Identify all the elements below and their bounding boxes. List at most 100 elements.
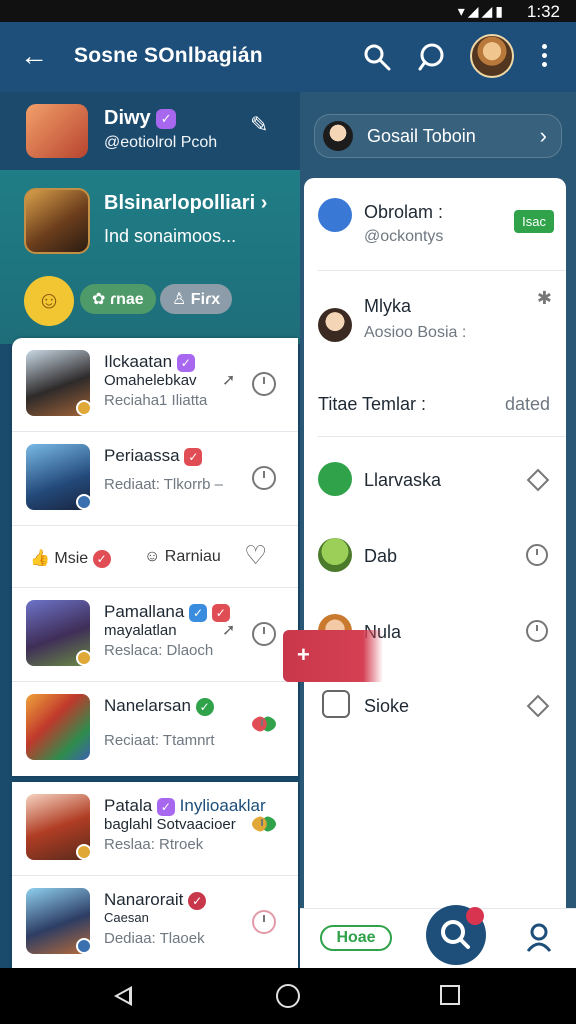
chat-icon[interactable] [416, 42, 446, 72]
conversation-list-secondary: Patala ✓ Inylioaaklar baglahl Sotvaacioe… [12, 782, 298, 968]
profile-picture [26, 104, 88, 158]
status-dot-icon [76, 844, 92, 860]
list-item[interactable]: Periaassa ✓ Rediaat: Tlkorrb – [12, 432, 298, 526]
flag-badge-icon: ✓ [211, 603, 230, 622]
contact-name: Obrolam : [364, 202, 444, 222]
status-dot-icon [76, 938, 92, 954]
react-label: Rarniau [164, 548, 221, 565]
system-navigation-bar [0, 968, 576, 1024]
nav-recents-icon[interactable] [440, 985, 460, 1005]
like-label: Msie [54, 550, 89, 567]
contact-item[interactable]: Mlyka Aosioo Bosia : ✱ [304, 270, 566, 366]
channel-selector[interactable]: Gosail Toboin › [314, 114, 562, 158]
section-tag: dated [504, 394, 550, 414]
forward-arrow-icon[interactable]: ➚ [222, 370, 235, 390]
more-options-icon[interactable] [534, 40, 554, 74]
profile-icon[interactable] [526, 923, 552, 953]
side-sheet: Obrolam : @ockontys Isac Mlyka Aosioo Bo… [304, 178, 566, 968]
diamond-icon[interactable] [526, 468, 550, 492]
list-item-meta: Reciaha1 Iliatta [104, 392, 208, 409]
clock-icon[interactable] [252, 622, 276, 646]
list-item-title-line: Periaassa ✓ [104, 446, 203, 466]
verified-badge-icon: ✓ [156, 797, 175, 816]
contact-avatar [318, 538, 352, 572]
profile-name: Diwy [104, 107, 151, 129]
list-item[interactable]: Nanarorait ✓ Caesan Dediaa: Tlaoek [12, 876, 298, 968]
action-bar: 👍 Msie ✓ ☺ Rarniau ♡ [12, 530, 298, 588]
search-fab-button[interactable] [426, 905, 486, 965]
contact-item[interactable]: Dab [304, 524, 566, 600]
list-item-meta: Reslaca: Dlaoch [104, 642, 214, 659]
home-tab[interactable]: Hoae [320, 925, 392, 951]
whatsapp-icon [318, 462, 352, 496]
nav-home-icon[interactable] [276, 984, 300, 1008]
list-item-title-extra: Inylioaaklar [179, 796, 266, 815]
list-item-title: Ilckaatan [104, 352, 173, 371]
heart-icon[interactable]: ♡ [244, 540, 267, 571]
status-tag: Isac [514, 210, 554, 233]
list-item[interactable]: Patala ✓ Inylioaaklar baglahl Sotvaacioe… [12, 782, 298, 876]
contact-handle: @ockontys [364, 228, 444, 245]
list-item-title: Nanelarsan [104, 696, 191, 715]
verified-badge-icon: ✓ [184, 447, 203, 466]
contact-item[interactable]: Llarvaska [304, 448, 566, 524]
list-item-title-line: Ilckaatan ✓ [104, 352, 195, 372]
clock-icon[interactable] [526, 544, 548, 566]
clock-icon[interactable] [252, 466, 276, 490]
list-item[interactable]: Nanelarsan ✓ Reciaat: Ttamnrt [12, 682, 298, 776]
list-item-title-line: Patala ✓ Inylioaaklar [104, 796, 266, 816]
search-icon[interactable] [362, 42, 392, 72]
group-description: Ind sonaimoos... [104, 226, 237, 246]
contact-name: Llarvaska [364, 470, 442, 490]
list-item-subtitle: baglahl Sotvaacioer [104, 816, 236, 833]
contact-avatar [318, 308, 352, 342]
chevron-right-icon: › [539, 123, 547, 148]
clock-icon[interactable] [252, 910, 276, 934]
list-item-title-line: Nanelarsan ✓ [104, 696, 214, 716]
user-avatar[interactable] [470, 34, 514, 78]
list-item-title-line: Nanarorait ✓ [104, 890, 207, 910]
nav-back-icon[interactable] [114, 986, 132, 1006]
bottom-navigation: Hoae [300, 905, 576, 968]
list-item[interactable]: Pamallana ✓ ✓ mayalatlan Reslaca: Dlaoch… [12, 588, 298, 682]
add-button[interactable]: + [283, 630, 383, 682]
group-picture [24, 188, 90, 254]
flag-badge-icon: ✓ [188, 891, 207, 910]
group-name-line: Blsinarlopolliari › [104, 192, 267, 215]
back-arrow-icon[interactable]: ← [20, 40, 48, 72]
list-item-title: Periaassa [104, 446, 180, 465]
chip-button-1[interactable]: ✿ ɾnae [80, 284, 156, 314]
page-title: Sosne SOnlbagián [74, 44, 263, 67]
diamond-icon[interactable] [526, 694, 550, 718]
list-item-subtitle: Caesan [104, 910, 149, 925]
list-item[interactable]: Ilckaatan ✓ Omahelebkav Reciaha1 Iliatta… [12, 338, 298, 432]
status-bar: ▾◢◢▮ 1:32 [0, 0, 576, 22]
verified-badge-icon: ✓ [156, 108, 177, 129]
right-panel: Gosail Toboin › Obrolam : @ockontys Isac… [300, 92, 576, 968]
contact-item[interactable]: Sioke [304, 676, 566, 752]
app-bar: ← Sosne SOnlbagián [0, 22, 576, 92]
chip-button-2[interactable]: ♙ Fiɾx [160, 284, 233, 314]
react-button[interactable]: ☺ Rarniau [144, 548, 221, 566]
profile-card[interactable]: Diwy ✓ @eotiolrol Pcoh ✎ [0, 92, 300, 170]
verified-badge-icon: ✓ [176, 353, 195, 372]
like-button[interactable]: 👍 Msie ✓ [30, 548, 111, 568]
group-card[interactable]: Blsinarlopolliari › Ind sonaimoos... ☺ ✿… [0, 170, 300, 344]
list-item-title: Pamallana [104, 602, 185, 621]
profile-handle: @eotiolrol Pcoh [104, 134, 218, 151]
star-icon[interactable]: ✱ [537, 288, 552, 309]
profile-name-line: Diwy ✓ [104, 107, 177, 130]
instagram-icon [322, 690, 350, 718]
list-item-meta: Rediaat: Tlkorrb – [104, 476, 223, 493]
list-item-title: Nanarorait [104, 890, 184, 909]
list-item-meta: Dediaa: Tlaoek [104, 930, 205, 947]
clock-icon[interactable] [252, 372, 276, 396]
clock-icon[interactable] [526, 620, 548, 642]
emoji-icon[interactable]: ☺ [24, 276, 74, 326]
edit-icon[interactable]: ✎ [250, 112, 268, 138]
reaction-icon[interactable] [252, 716, 276, 732]
contact-item[interactable]: Obrolam : @ockontys Isac [304, 178, 566, 270]
reaction-icon[interactable] [252, 816, 276, 832]
forward-arrow-icon[interactable]: ➚ [222, 620, 235, 640]
chevron-down-icon[interactable]: › [261, 192, 268, 214]
